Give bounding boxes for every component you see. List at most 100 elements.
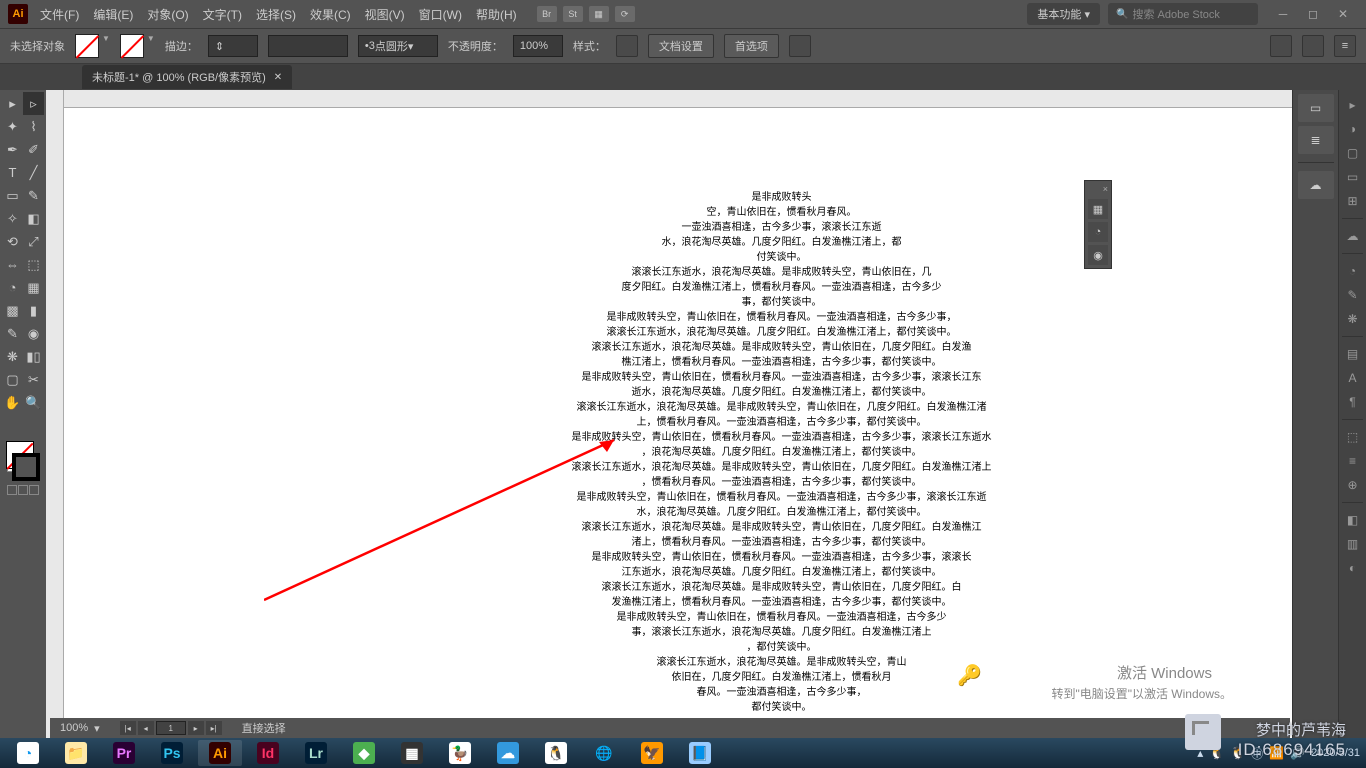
symbol-sprayer-tool[interactable]: ❋ — [2, 345, 23, 368]
menu-window[interactable]: 窗口(W) — [419, 6, 462, 23]
draw-behind[interactable] — [18, 485, 28, 495]
stroke-dropdown[interactable]: ▼ — [147, 34, 155, 58]
tb-indesign[interactable]: Id — [246, 740, 290, 766]
shaper-tool[interactable]: ✧ — [2, 207, 23, 230]
menu-select[interactable]: 选择(S) — [256, 6, 296, 23]
close-button[interactable]: ✕ — [1328, 4, 1358, 24]
search-stock-input[interactable]: 搜索 Adobe Stock — [1108, 3, 1258, 25]
rp-icon-5[interactable]: ⊞ — [1342, 190, 1364, 212]
rp-icon-9[interactable]: ❋ — [1342, 308, 1364, 330]
rp-icon-12[interactable]: ¶ — [1342, 391, 1364, 413]
menu-type[interactable]: 文字(T) — [203, 6, 242, 23]
magic-wand-tool[interactable]: ✦ — [2, 115, 23, 138]
properties-panel-icon[interactable]: ▭ — [1298, 94, 1334, 122]
opacity-field[interactable]: 100% — [513, 35, 563, 57]
menu-edit[interactable]: 编辑(E) — [93, 6, 133, 23]
document-tab[interactable]: 未标题-1* @ 100% (RGB/像素预览) ✕ — [82, 65, 292, 89]
tab-close-icon[interactable]: ✕ — [274, 72, 282, 83]
rp-icon-13[interactable]: ⬚ — [1342, 426, 1364, 448]
stroke-swatch[interactable] — [120, 34, 144, 58]
pen-tool[interactable]: ✒ — [2, 138, 23, 161]
curvature-tool[interactable]: ✐ — [23, 138, 44, 161]
menu-icon[interactable]: ≡ — [1334, 35, 1356, 57]
rp-icon-1[interactable]: ▸ — [1342, 94, 1364, 116]
rp-icon-17[interactable]: ▥ — [1342, 533, 1364, 555]
tb-explorer[interactable]: 📁 — [54, 740, 98, 766]
blend-tool[interactable]: ◉ — [23, 322, 44, 345]
isolate-icon[interactable] — [1302, 35, 1324, 57]
transform-icon[interactable] — [1270, 35, 1292, 57]
workspace-switcher[interactable]: 基本功能 ▾ — [1027, 3, 1100, 25]
paintbrush-tool[interactable]: ✎ — [23, 184, 44, 207]
tb-lightroom[interactable]: Lr — [294, 740, 338, 766]
draw-normal[interactable] — [7, 485, 17, 495]
stroke-profile-field[interactable]: • 3 点圆形 ▾ — [358, 35, 438, 57]
perspective-tool[interactable]: ▦ — [23, 276, 44, 299]
libraries-panel-icon[interactable]: ☁ — [1298, 171, 1334, 199]
tb-browser[interactable]: ◔ — [6, 740, 50, 766]
tb-app3[interactable]: 🦆 — [438, 740, 482, 766]
maximize-button[interactable]: ◻ — [1298, 4, 1328, 24]
menu-view[interactable]: 视图(V) — [365, 6, 405, 23]
rp-icon-6[interactable]: ☁ — [1342, 225, 1364, 247]
panel-icon-3[interactable]: ◉ — [1088, 245, 1108, 265]
rp-icon-10[interactable]: ▤ — [1342, 343, 1364, 365]
mesh-tool[interactable]: ▩ — [2, 299, 23, 322]
stock-icon[interactable]: St — [563, 6, 583, 22]
draw-inside[interactable] — [29, 485, 39, 495]
rp-icon-7[interactable]: ◔ — [1342, 260, 1364, 282]
menu-object[interactable]: 对象(O) — [147, 6, 188, 23]
rectangle-tool[interactable]: ▭ — [2, 184, 23, 207]
stroke-indicator[interactable] — [12, 453, 40, 481]
tb-premiere[interactable]: Pr — [102, 740, 146, 766]
stroke-variable-field[interactable] — [268, 35, 348, 57]
style-swatch[interactable] — [616, 35, 638, 57]
slice-tool[interactable]: ✂ — [23, 368, 44, 391]
tb-illustrator[interactable]: Ai — [198, 740, 242, 766]
tb-qq[interactable]: 🐧 — [534, 740, 578, 766]
menu-effect[interactable]: 效果(C) — [310, 6, 351, 23]
rp-icon-14[interactable]: ≡ — [1342, 450, 1364, 472]
stroke-weight-field[interactable]: ⇕ — [208, 35, 258, 57]
eraser-tool[interactable]: ◧ — [23, 207, 44, 230]
rp-icon-8[interactable]: ✎ — [1342, 284, 1364, 306]
column-graph-tool[interactable]: ▮▯ — [23, 345, 44, 368]
floating-panel[interactable]: × ▦ ◔ ◉ — [1084, 180, 1112, 269]
zoom-tool[interactable]: 🔍 — [23, 391, 44, 414]
rp-icon-11[interactable]: A — [1342, 367, 1364, 389]
tb-chrome[interactable]: 🌐 — [582, 740, 626, 766]
gpu-icon[interactable]: ⟳ — [615, 6, 635, 22]
minimize-button[interactable]: ─ — [1268, 4, 1298, 24]
width-tool[interactable]: ⇔ — [2, 253, 23, 276]
tb-app6[interactable]: 📘 — [678, 740, 722, 766]
arrange-icon[interactable]: ▦ — [589, 6, 609, 22]
menu-file[interactable]: 文件(F) — [40, 6, 79, 23]
fill-swatch[interactable] — [75, 34, 99, 58]
rp-icon-15[interactable]: ⊕ — [1342, 474, 1364, 496]
panel-close-icon[interactable]: × — [1088, 184, 1108, 196]
rp-icon-4[interactable]: ▭ — [1342, 166, 1364, 188]
gradient-tool[interactable]: ▮ — [23, 299, 44, 322]
type-tool[interactable]: T — [2, 161, 23, 184]
fill-stroke-control[interactable] — [2, 437, 44, 483]
panel-icon-1[interactable]: ▦ — [1088, 199, 1108, 219]
tb-app4[interactable]: ☁ — [486, 740, 530, 766]
artboard-tool[interactable]: ▢ — [2, 368, 23, 391]
eyedropper-tool[interactable]: ✎ — [2, 322, 23, 345]
tb-app1[interactable]: ◆ — [342, 740, 386, 766]
fill-dropdown[interactable]: ▼ — [102, 34, 110, 58]
panel-icon-2[interactable]: ◔ — [1088, 222, 1108, 242]
rotate-tool[interactable]: ⟲ — [2, 230, 23, 253]
layers-panel-icon[interactable]: ≣ — [1298, 126, 1334, 154]
artboard-nav[interactable]: |◂◂1▸▸| — [120, 721, 222, 735]
scale-tool[interactable]: ⤢ — [23, 230, 44, 253]
line-tool[interactable]: ╱ — [23, 161, 44, 184]
direct-selection-tool[interactable]: ▹ — [23, 92, 44, 115]
zoom-field[interactable]: 100% ▾ — [60, 722, 100, 735]
align-icon[interactable] — [789, 35, 811, 57]
area-type-object[interactable]: 是非成败转头空，青山依旧在，惯看秋月春风。一壶浊酒喜相逢，古今多少事，滚滚长江东… — [494, 190, 1069, 715]
canvas[interactable]: 是非成败转头空，青山依旧在，惯看秋月春风。一壶浊酒喜相逢，古今多少事，滚滚长江东… — [64, 90, 1292, 738]
rp-icon-18[interactable]: ◐ — [1342, 557, 1364, 579]
rp-icon-3[interactable]: ▢ — [1342, 142, 1364, 164]
rp-icon-16[interactable]: ◧ — [1342, 509, 1364, 531]
